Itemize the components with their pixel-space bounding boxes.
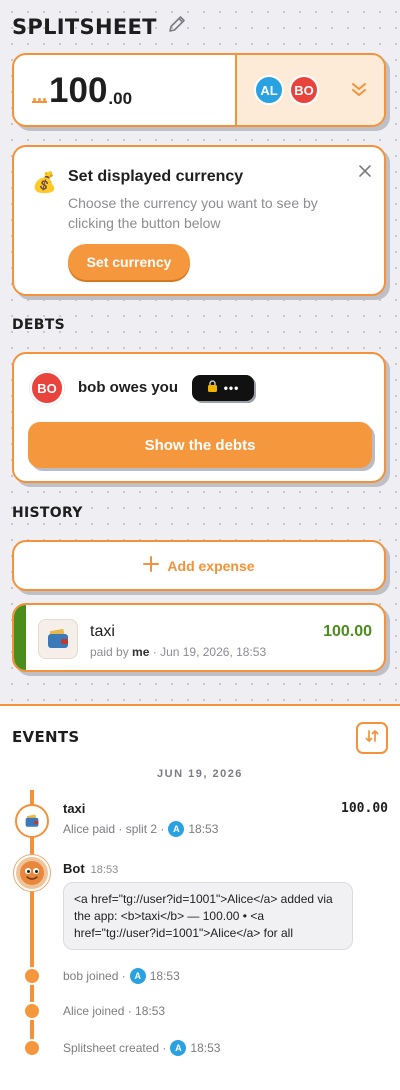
expense-amount: 100.00	[323, 623, 372, 640]
add-expense-label: Add expense	[167, 557, 255, 574]
bot-header: Bot 18:53	[63, 861, 118, 876]
events-date-separator: JUN 19, 2026	[157, 768, 243, 780]
add-expense-button[interactable]: Add expense	[12, 540, 386, 591]
header: SPLITSHEET	[12, 14, 187, 39]
hidden-amount-pill[interactable]: •••	[192, 375, 254, 401]
debt-summary: bob owes you	[78, 379, 179, 396]
event-splitsheet-created: Splitsheet created · A 18:53	[63, 1040, 220, 1056]
event-meta-text: Alice joined · 18:53	[63, 1004, 166, 1018]
timeline-dot	[23, 1039, 41, 1057]
event-expense-title: taxi	[63, 801, 86, 816]
event-time: 18:53	[188, 822, 219, 836]
bot-avatar-icon	[14, 855, 50, 891]
edit-pencil-icon[interactable]	[167, 14, 187, 39]
history-section-title: HISTORY	[12, 505, 83, 521]
amount-integer: 100	[49, 71, 108, 110]
event-time: 18:53	[149, 969, 180, 983]
timeline-expense-icon	[15, 804, 49, 838]
event-alice-joined: Alice joined · 18:53	[63, 1004, 165, 1018]
currency-placeholder[interactable]: ...	[32, 86, 48, 104]
bot-message-time: 18:53	[90, 864, 119, 876]
event-meta-text: Splitsheet created ·	[63, 1041, 167, 1055]
bot-message: <a href="tg://user?id=1001">Alice</a> ad…	[63, 882, 353, 950]
member-avatar-bob: BO	[289, 75, 319, 105]
expense-row[interactable]: taxi paid by me · Jun 19, 2026, 18:53 10…	[12, 603, 386, 672]
member-avatar-alice: AL	[254, 75, 284, 105]
money-bag-icon: 💰	[32, 172, 57, 194]
set-currency-button[interactable]: Set currency	[68, 244, 190, 280]
lock-icon	[207, 379, 218, 397]
timeline-dot	[23, 1002, 41, 1020]
expense-title: taxi	[90, 623, 115, 640]
hidden-amount: •••	[223, 381, 240, 395]
app-title: SPLITSHEET	[12, 14, 157, 39]
sort-button[interactable]	[356, 722, 388, 754]
currency-prompt-card: 💰 Set displayed currency Choose the curr…	[12, 145, 386, 296]
plus-icon	[143, 556, 160, 575]
expense-date: · Jun 19, 2026, 18:53	[152, 645, 267, 659]
debts-section-title: DEBTS	[12, 317, 65, 333]
currency-card-description: Choose the currency you want to see by c…	[68, 195, 318, 231]
expense-subtitle: paid by me · Jun 19, 2026, 18:53	[90, 645, 266, 659]
event-time: 18:53	[190, 1041, 221, 1055]
events-title: EVENTS	[12, 728, 80, 746]
debtor-avatar: BO	[30, 371, 64, 405]
event-meta-text: bob joined ·	[63, 969, 126, 983]
bot-name: Bot	[63, 861, 85, 876]
balance-amount: ... 100 .00	[14, 55, 235, 125]
event-user-avatar: A	[129, 968, 146, 984]
expense-status-bar	[14, 605, 26, 670]
event-expense-amount: 100.00	[341, 801, 388, 816]
amount-decimal: .00	[108, 89, 133, 108]
show-debts-button[interactable]: Show the debts	[28, 422, 372, 468]
currency-card-title: Set displayed currency	[68, 168, 244, 185]
event-user-avatar: A	[168, 821, 185, 837]
event-bob-joined: bob joined · A 18:53	[63, 968, 180, 984]
wallet-icon	[38, 619, 78, 659]
event-user-avatar: A	[170, 1040, 187, 1056]
members-toggle[interactable]: AL BO	[235, 55, 384, 125]
close-icon[interactable]	[358, 164, 372, 183]
debts-card: BO bob owes you ••• Show the debts	[12, 352, 386, 483]
balance-card[interactable]: ... 100 .00 AL BO	[12, 53, 386, 127]
sort-arrows-icon	[364, 728, 380, 749]
chevron-double-down-icon[interactable]	[350, 82, 368, 103]
paid-by-label: paid by	[90, 645, 129, 659]
expense-payer: me	[132, 645, 150, 659]
timeline-dot	[23, 967, 41, 985]
section-divider	[0, 704, 400, 706]
event-meta-text: Alice paid · split 2 ·	[63, 822, 165, 836]
event-expense-meta: Alice paid · split 2 · A 18:53	[63, 821, 218, 837]
